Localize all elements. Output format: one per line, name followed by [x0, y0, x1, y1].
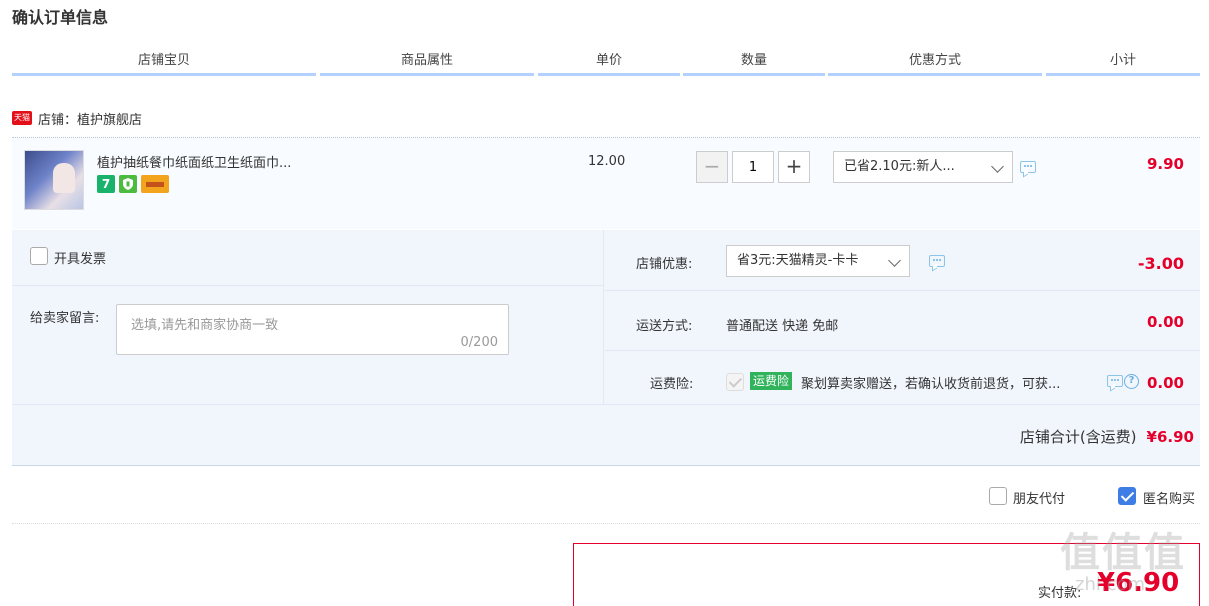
seven-day-return-icon[interactable]: 7: [97, 175, 115, 193]
service-badges: 7: [97, 175, 169, 193]
item-subtotal: 9.90: [1146, 155, 1184, 173]
col-discount: 优惠方式: [828, 50, 1042, 76]
shop-total: 店铺合计(含运费) ¥6.90: [1020, 426, 1194, 447]
message-placeholder: 选填,请先和商家协商一致: [131, 318, 279, 333]
message-input[interactable]: 选填,请先和商家协商一致 0/200: [116, 304, 509, 355]
left-options-pane: 开具发票 给卖家留言: 选填,请先和商家协商一致 0/200: [12, 230, 604, 404]
quantity-input[interactable]: [732, 151, 774, 183]
column-header: 店铺宝贝 商品属性 单价 数量 优惠方式 小计: [12, 50, 1200, 76]
invoice-label[interactable]: 开具发票: [54, 248, 106, 267]
col-attributes: 商品属性: [320, 50, 534, 76]
insurance-tag: 运费险: [750, 372, 793, 390]
shop-name[interactable]: 店铺：植护旗舰店: [38, 109, 142, 128]
item-discount-select[interactable]: 已省2.10元:新人...: [833, 151, 1013, 183]
shipping-label: 运送方式:: [636, 319, 693, 334]
col-quantity: 数量: [683, 50, 825, 76]
shipping-amount: 0.00: [1146, 313, 1184, 331]
tmall-icon: 天猫: [12, 111, 32, 125]
product-thumbnail[interactable]: [24, 150, 84, 210]
shop-discount-select[interactable]: 省3元:天猫精灵-卡卡: [726, 245, 910, 277]
col-item: 店铺宝贝: [12, 50, 316, 76]
friend-pay-checkbox[interactable]: [989, 487, 1007, 505]
watermark-url: zhi.com: [1075, 574, 1146, 595]
shield-icon[interactable]: [119, 175, 137, 193]
quantity-stepper: − +: [696, 151, 810, 183]
anonymous-label[interactable]: 匿名购买: [1143, 488, 1195, 507]
unit-price: 12.00: [588, 154, 626, 169]
divider: [12, 404, 1200, 405]
message-char-count: 0/200: [460, 335, 498, 350]
shop-discount-amount: -3.00: [1137, 254, 1184, 273]
chat-icon[interactable]: [929, 255, 945, 267]
friend-pay-label[interactable]: 朋友代付: [1013, 488, 1065, 507]
order-item: 植护抽纸餐巾纸面纸卫生纸面巾... 7 12.00 − + 已省2.10元:新人…: [12, 137, 1200, 229]
shop-total-label: 店铺合计(含运费): [1019, 428, 1137, 446]
shop-total-amount: ¥6.90: [1146, 428, 1194, 446]
insurance-amount: 0.00: [1146, 374, 1184, 392]
help-icon[interactable]: ?: [1124, 374, 1139, 389]
chat-icon[interactable]: [1107, 375, 1123, 387]
divider: [12, 285, 604, 286]
insurance-text: 聚划算卖家赠送，若确认收货前退货，可获...: [801, 377, 1061, 392]
shop-discount-label: 店铺优惠:: [636, 257, 693, 272]
invoice-checkbox[interactable]: [30, 247, 48, 265]
anonymous-checkbox[interactable]: [1118, 487, 1136, 505]
col-unit-price: 单价: [538, 50, 680, 76]
divider: [605, 350, 1200, 351]
shipping-value: 普通配送 快递 免邮: [726, 319, 839, 334]
chat-icon[interactable]: [1020, 161, 1036, 173]
shop-discount-value: 省3元:天猫精灵-卡卡: [737, 253, 859, 268]
page-title: 确认订单信息: [12, 8, 109, 27]
increase-button[interactable]: +: [778, 151, 810, 183]
insurance-checkbox[interactable]: [726, 373, 744, 391]
col-subtotal: 小计: [1046, 50, 1200, 76]
credit-card-icon[interactable]: [141, 175, 169, 193]
watermark: 值值值: [1060, 530, 1186, 576]
divider: [605, 290, 1200, 291]
chevron-down-icon: [991, 160, 1004, 173]
decrease-button[interactable]: −: [696, 151, 728, 183]
shop-row: 天猫 店铺：植护旗舰店: [12, 106, 142, 130]
item-discount-value: 已省2.10元:新人...: [844, 159, 955, 174]
product-name[interactable]: 植护抽纸餐巾纸面纸卫生纸面巾...: [97, 152, 291, 171]
insurance-label: 运费险:: [650, 377, 694, 392]
chevron-down-icon: [888, 254, 901, 267]
bottom-options: 朋友代付 匿名购买: [12, 476, 1200, 524]
message-label: 给卖家留言:: [30, 311, 100, 326]
order-options: 开具发票 给卖家留言: 选填,请先和商家协商一致 0/200 店铺优惠: 省3元…: [12, 230, 1200, 466]
